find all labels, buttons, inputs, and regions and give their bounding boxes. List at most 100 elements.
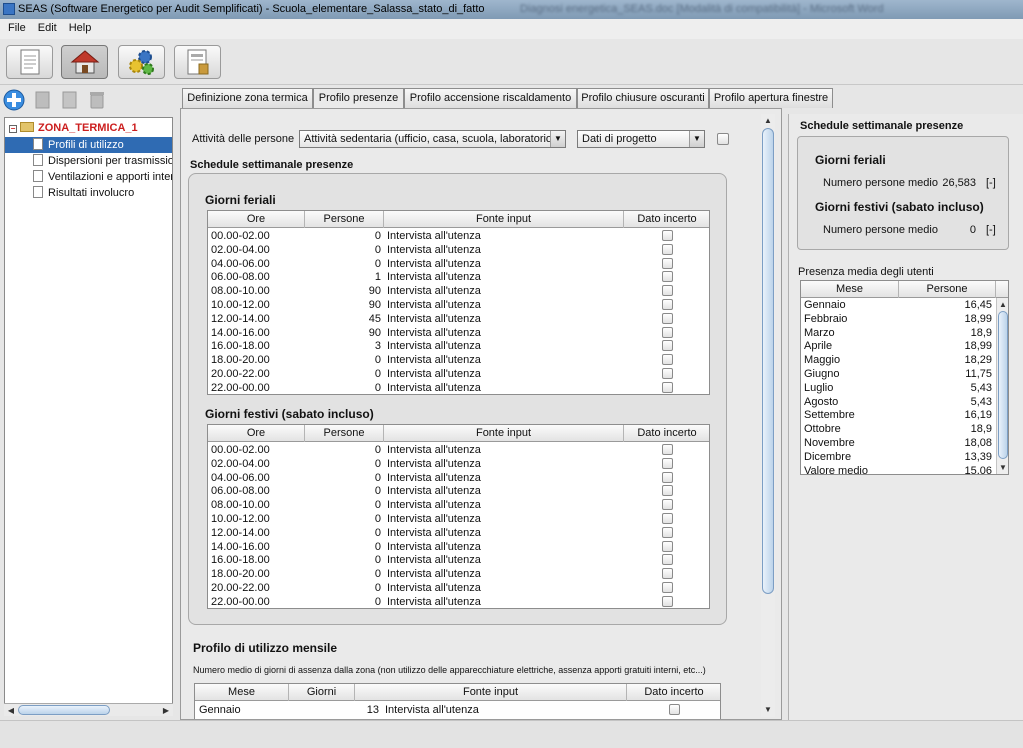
- tab-profilo-presenze[interactable]: Profilo presenze: [313, 88, 404, 109]
- col-mese[interactable]: Mese: [801, 281, 899, 298]
- table-row[interactable]: 18.00-20.00 0 Intervista all'utenza: [208, 568, 709, 582]
- menu-edit[interactable]: Edit: [30, 19, 61, 34]
- report-button[interactable]: [174, 45, 221, 79]
- dato-incerto-checkbox[interactable]: [661, 595, 673, 607]
- table-row[interactable]: 08.00-10.00 90 Intervista all'utenza: [208, 285, 709, 299]
- main-vertical-scrollbar[interactable]: ▲ ▼: [761, 114, 775, 717]
- tab-profilo-accensione[interactable]: Profilo accensione riscaldamento: [404, 88, 577, 108]
- table-row[interactable]: 04.00-06.00 0 Intervista all'utenza: [208, 257, 709, 272]
- col-persone[interactable]: Persone: [899, 281, 996, 298]
- col-persone[interactable]: Persone: [305, 425, 384, 442]
- table-row[interactable]: Gennaio 13 Intervista all'utenza: [195, 704, 720, 718]
- table-row[interactable]: 08.00-10.00 0 Intervista all'utenza: [208, 499, 709, 513]
- table-row[interactable]: 00.00-02.00 0 Intervista all'utenza: [208, 230, 709, 244]
- presenza-vertical-scrollbar[interactable]: ▲ ▼: [996, 298, 1008, 474]
- scroll-left-icon[interactable]: ◀: [4, 704, 18, 717]
- dato-incerto-checkbox[interactable]: [668, 704, 680, 715]
- col-dato-incerto[interactable]: Dato incerto: [627, 684, 721, 701]
- dato-incerto-checkbox[interactable]: [661, 326, 673, 338]
- dato-incerto-checkbox[interactable]: [661, 340, 673, 352]
- dato-incerto-checkbox[interactable]: [661, 513, 673, 524]
- menu-help[interactable]: Help: [61, 19, 96, 34]
- table-row[interactable]: 10.00-12.00 90 Intervista all'utenza: [208, 299, 709, 313]
- dato-incerto-checkbox[interactable]: [661, 568, 673, 580]
- tree-horizontal-scrollbar[interactable]: ◀ ▶: [4, 703, 173, 716]
- tree-root-zona-termica[interactable]: − ZONA_TERMICA_1: [9, 120, 138, 136]
- dato-incerto-checkbox[interactable]: [661, 499, 673, 511]
- table-row[interactable]: 22.00-00.00 0 Intervista all'utenza: [208, 381, 709, 396]
- scroll-thumb[interactable]: [18, 705, 110, 715]
- col-fonte[interactable]: Fonte input: [355, 684, 627, 701]
- scroll-up-icon[interactable]: ▲: [997, 298, 1008, 311]
- col-dato-incerto[interactable]: Dato incerto: [624, 425, 710, 442]
- col-persone[interactable]: Persone: [305, 211, 384, 228]
- edit-button[interactable]: [32, 89, 54, 111]
- scroll-down-icon[interactable]: ▼: [997, 461, 1008, 474]
- table-row[interactable]: 20.00-22.00 0 Intervista all'utenza: [208, 368, 709, 382]
- attivita-select[interactable]: Attività sedentaria (ufficio, casa, scuo…: [299, 130, 566, 148]
- collapse-icon[interactable]: −: [9, 125, 17, 133]
- tree-item-dispersioni[interactable]: Dispersioni per trasmissione: [33, 153, 172, 169]
- dato-incerto-checkbox[interactable]: [661, 554, 673, 566]
- scroll-thumb[interactable]: [998, 311, 1008, 459]
- col-dato-incerto[interactable]: Dato incerto: [624, 211, 710, 228]
- dato-incerto-checkbox[interactable]: [661, 540, 673, 552]
- table-row[interactable]: 12.00-14.00 0 Intervista all'utenza: [208, 526, 709, 541]
- table-row[interactable]: Marzo 18,9: [801, 327, 994, 341]
- table-row[interactable]: Maggio 18,29: [801, 354, 994, 368]
- scroll-up-icon[interactable]: ▲: [761, 114, 775, 127]
- scroll-down-icon[interactable]: ▼: [761, 703, 775, 716]
- dato-incerto-checkbox[interactable]: [661, 285, 673, 297]
- table-row[interactable]: 14.00-16.00 0 Intervista all'utenza: [208, 540, 709, 555]
- menu-file[interactable]: File: [0, 19, 30, 34]
- delete-button[interactable]: [86, 89, 108, 111]
- table-row[interactable]: 14.00-16.00 90 Intervista all'utenza: [208, 326, 709, 341]
- dato-incerto-checkbox[interactable]: [661, 299, 673, 310]
- dato-incerto-checkbox[interactable]: [661, 582, 673, 593]
- table-row[interactable]: Agosto 5,43: [801, 396, 994, 410]
- dati-select[interactable]: Dati di progetto ▼: [577, 130, 705, 148]
- dato-incerto-checkbox[interactable]: [661, 381, 673, 393]
- dato-incerto-checkbox[interactable]: [661, 354, 673, 366]
- table-row[interactable]: 02.00-04.00 0 Intervista all'utenza: [208, 457, 709, 472]
- dato-incerto-checkbox[interactable]: [661, 457, 673, 469]
- col-ore[interactable]: Ore: [208, 211, 305, 228]
- table-row[interactable]: 00.00-02.00 0 Intervista all'utenza: [208, 444, 709, 458]
- home-button[interactable]: [61, 45, 108, 79]
- table-row[interactable]: Settembre 16,19: [801, 409, 994, 423]
- table-row[interactable]: Aprile 18,99: [801, 340, 994, 354]
- table-row[interactable]: Dicembre 13,39: [801, 451, 994, 465]
- add-button[interactable]: [3, 89, 25, 111]
- col-fonte[interactable]: Fonte input: [384, 425, 624, 442]
- col-ore[interactable]: Ore: [208, 425, 305, 442]
- dati-incerto-checkbox[interactable]: [717, 133, 729, 145]
- table-row[interactable]: Luglio 5,43: [801, 382, 994, 396]
- table-row[interactable]: 20.00-22.00 0 Intervista all'utenza: [208, 582, 709, 596]
- col-mese[interactable]: Mese: [195, 684, 289, 701]
- dato-incerto-checkbox[interactable]: [661, 444, 673, 455]
- table-row[interactable]: 22.00-00.00 0 Intervista all'utenza: [208, 595, 709, 610]
- settings-button[interactable]: [118, 45, 165, 79]
- table-row[interactable]: Gennaio 16,45: [801, 299, 994, 313]
- table-row[interactable]: 18.00-20.00 0 Intervista all'utenza: [208, 354, 709, 368]
- table-row[interactable]: 06.00-08.00 0 Intervista all'utenza: [208, 485, 709, 499]
- table-row[interactable]: Giugno 11,75: [801, 368, 994, 382]
- table-row[interactable]: 16.00-18.00 0 Intervista all'utenza: [208, 554, 709, 568]
- dato-incerto-checkbox[interactable]: [661, 230, 673, 241]
- zone-tree[interactable]: − ZONA_TERMICA_1 Profili di utilizzo Disp…: [4, 117, 173, 715]
- tree-item-ventilazioni[interactable]: Ventilazioni e apporti interni: [33, 169, 172, 185]
- table-row[interactable]: 16.00-18.00 3 Intervista all'utenza: [208, 340, 709, 354]
- col-giorni[interactable]: Giorni: [289, 684, 355, 701]
- dato-incerto-checkbox[interactable]: [661, 257, 673, 269]
- copy-button[interactable]: [59, 89, 81, 111]
- scroll-right-icon[interactable]: ▶: [159, 704, 173, 717]
- dato-incerto-checkbox[interactable]: [661, 271, 673, 283]
- dato-incerto-checkbox[interactable]: [661, 526, 673, 538]
- tab-definizione-zona[interactable]: Definizione zona termica: [182, 88, 313, 108]
- dato-incerto-checkbox[interactable]: [661, 485, 673, 497]
- table-row[interactable]: 10.00-12.00 0 Intervista all'utenza: [208, 513, 709, 527]
- tab-profilo-chiusure[interactable]: Profilo chiusure oscuranti: [577, 88, 709, 108]
- dato-incerto-checkbox[interactable]: [661, 368, 673, 379]
- tab-profilo-apertura[interactable]: Profilo apertura finestre: [709, 88, 833, 108]
- new-document-button[interactable]: [6, 45, 53, 79]
